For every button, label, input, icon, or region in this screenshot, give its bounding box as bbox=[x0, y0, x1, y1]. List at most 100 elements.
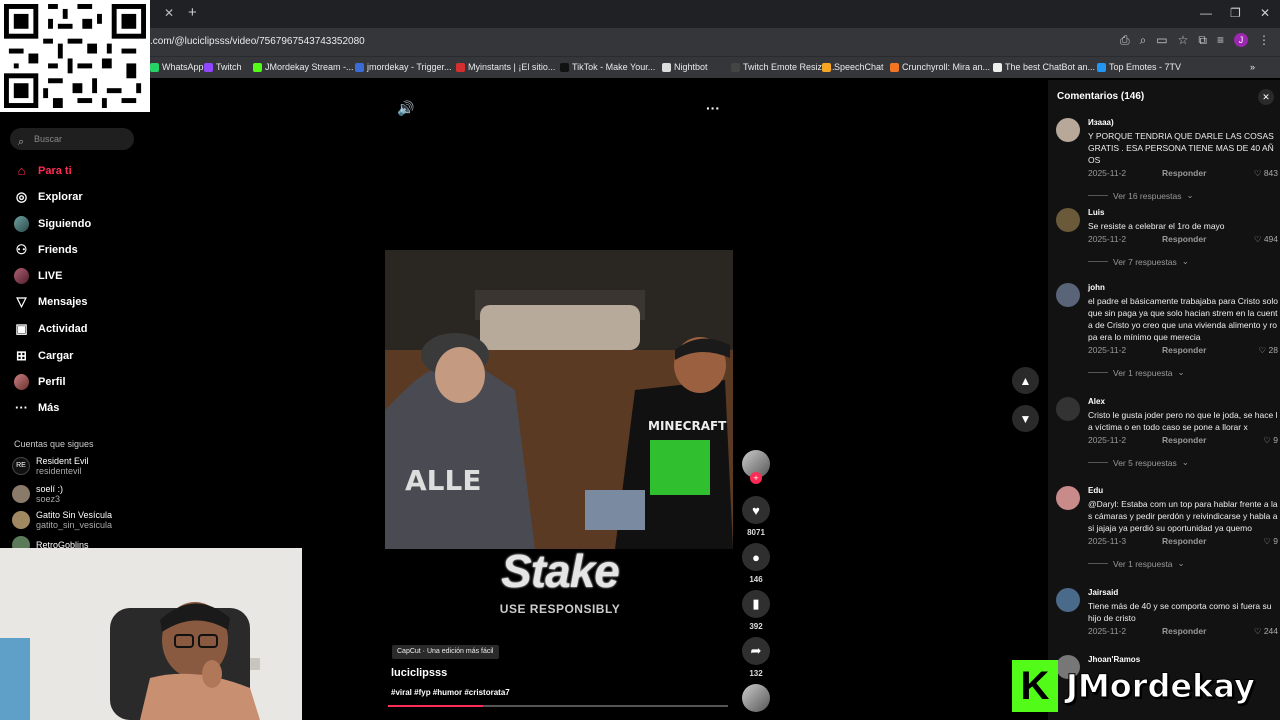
avatar[interactable] bbox=[1056, 118, 1080, 142]
comment-like-button[interactable]: ♡ 9 bbox=[1263, 536, 1278, 547]
search-input[interactable]: ⌕ Buscar bbox=[10, 128, 134, 150]
comment-username[interactable]: Luis bbox=[1088, 208, 1278, 218]
bookmark-item[interactable]: SpeechChat bbox=[822, 62, 884, 72]
svg-text:ALLE: ALLE bbox=[405, 464, 481, 497]
follow-plus-icon[interactable]: + bbox=[750, 472, 762, 484]
reply-button[interactable]: Responder bbox=[1162, 626, 1206, 638]
bookmark-item[interactable]: jmordekay - Trigger... bbox=[355, 62, 452, 72]
extensions-icon[interactable]: ⧉ bbox=[1198, 33, 1207, 48]
avatar[interactable] bbox=[1056, 486, 1080, 510]
minimize-icon[interactable]: — bbox=[1200, 6, 1212, 20]
video-hashtags[interactable]: #viral #fyp #humor #cristorata7 bbox=[391, 688, 510, 697]
reply-button[interactable]: Responder bbox=[1162, 345, 1206, 357]
bookmark-item[interactable]: Twitch bbox=[204, 62, 242, 72]
cast-icon[interactable]: ▭ bbox=[1156, 33, 1167, 48]
next-video-button[interactable]: ▼ bbox=[1012, 405, 1039, 432]
comment-username[interactable]: john bbox=[1088, 283, 1278, 293]
bookmark-item[interactable]: TikTok - Make Your... bbox=[560, 62, 655, 72]
bookmark-item[interactable]: Crunchyroll: Mira an... bbox=[890, 62, 990, 72]
sidebar-item-perfil[interactable]: Perfil bbox=[14, 373, 66, 390]
sidebar-item-mas[interactable]: ··· Más bbox=[14, 400, 59, 415]
avatar[interactable] bbox=[1056, 283, 1080, 307]
sidebar-item-live[interactable]: LIVE bbox=[14, 267, 62, 284]
bookmark-favicon-icon bbox=[662, 62, 671, 72]
comment-username[interactable]: Изааа) bbox=[1088, 118, 1278, 128]
sidebar-item-actividad[interactable]: ▣ Actividad bbox=[14, 321, 87, 336]
view-replies-button[interactable]: Ver 7 respuestas ⌄ bbox=[1088, 256, 1278, 267]
following-avatar bbox=[14, 215, 29, 232]
close-comments-icon[interactable]: ✕ bbox=[1258, 89, 1274, 105]
reply-button[interactable]: Responder bbox=[1162, 234, 1206, 246]
comment-text: Cristo le gusta joder pero no que le jod… bbox=[1088, 410, 1278, 432]
bookmark-label: Twitch bbox=[216, 62, 242, 72]
window-close-icon[interactable]: ✕ bbox=[1260, 6, 1270, 20]
sidebar-item-siguiendo[interactable]: Siguiendo bbox=[14, 215, 91, 232]
avatar[interactable] bbox=[1056, 588, 1080, 612]
reply-button[interactable]: Responder bbox=[1162, 435, 1206, 447]
comment-username[interactable]: Jairsaid bbox=[1088, 588, 1278, 598]
account-item[interactable]: RE Resident Evil residentevil bbox=[12, 456, 89, 476]
reply-button[interactable]: Responder bbox=[1162, 168, 1206, 180]
menu-kebab-icon[interactable]: ⋮ bbox=[1258, 33, 1270, 48]
sidebar-item-cargar[interactable]: ⊞ Cargar bbox=[14, 348, 73, 363]
sidebar-item-friends[interactable]: ⚇ Friends bbox=[14, 242, 78, 257]
comment-like-button[interactable]: ♡ 494 bbox=[1254, 234, 1278, 245]
profile-avatar-icon[interactable]: J bbox=[1234, 33, 1248, 47]
video-progress-bar[interactable] bbox=[388, 705, 728, 707]
share-button[interactable]: ➦ 132 bbox=[742, 637, 770, 678]
media-icon[interactable]: ≡ bbox=[1217, 33, 1224, 48]
account-item[interactable]: soelí :) soez3 bbox=[12, 484, 63, 504]
heart-outline-icon: ♡ bbox=[1253, 234, 1262, 244]
reply-button[interactable]: Responder bbox=[1162, 536, 1206, 548]
comment-like-button[interactable]: ♡ 9 bbox=[1263, 435, 1278, 446]
avatar[interactable] bbox=[1056, 208, 1080, 232]
video-frame[interactable]: ALLE MINECRAFT bbox=[385, 250, 733, 549]
sidebar-item-explorar[interactable]: ◎ Explorar bbox=[14, 189, 83, 204]
bookmarks-bar: WhatsApp Twitch JMordekay Stream -... jmord… bbox=[0, 56, 1280, 78]
zoom-icon[interactable]: ⌕ bbox=[1140, 33, 1147, 48]
bookmark-item[interactable]: The best ChatBot an... bbox=[993, 62, 1095, 72]
comment-username[interactable]: Edu bbox=[1088, 486, 1278, 496]
bookmark-item[interactable]: WhatsApp bbox=[150, 62, 204, 72]
qr-code-image bbox=[4, 4, 146, 108]
url-field[interactable]: .com/@luciclipsss/video/7567967543743352… bbox=[150, 36, 365, 47]
comment-like-button[interactable]: ♡ 244 bbox=[1254, 626, 1278, 637]
video-author[interactable]: luciclipsss bbox=[391, 667, 447, 679]
tab-close-icon[interactable]: ✕ bbox=[164, 6, 174, 20]
avatar[interactable] bbox=[1056, 397, 1080, 421]
bookmark-item[interactable]: JMordekay Stream -... bbox=[253, 62, 354, 72]
sidebar-item-para-ti[interactable]: ⌂ Para ti bbox=[14, 163, 72, 178]
sidebar-item-mensajes[interactable]: ▽ Mensajes bbox=[14, 294, 88, 309]
bookmark-item[interactable]: Nightbot bbox=[662, 62, 708, 72]
new-tab-button[interactable]: + bbox=[188, 4, 197, 21]
home-icon: ⌂ bbox=[17, 163, 26, 178]
bookmark-star-icon[interactable]: ☆ bbox=[1178, 33, 1189, 48]
comment-like-button[interactable]: ♡ 28 bbox=[1259, 345, 1278, 356]
view-replies-button[interactable]: Ver 1 respuesta ⌄ bbox=[1088, 367, 1278, 378]
view-replies-button[interactable]: Ver 16 respuestas ⌄ bbox=[1088, 190, 1278, 201]
view-replies-button[interactable]: Ver 1 respuesta ⌄ bbox=[1088, 558, 1278, 569]
comment-like-button[interactable]: ♡ 843 bbox=[1254, 168, 1278, 179]
bookmark-item[interactable]: Myinstants | ¡El sitio... bbox=[456, 62, 555, 72]
volume-icon[interactable]: 🔊 bbox=[397, 100, 414, 117]
comment-button[interactable]: ● 146 bbox=[742, 543, 770, 584]
bookmarks-overflow-icon[interactable]: » bbox=[1250, 62, 1255, 72]
bookmark-item[interactable]: Top Emotes - 7TV bbox=[1097, 62, 1181, 72]
bookmark-label: Top Emotes - 7TV bbox=[1109, 62, 1182, 72]
capcut-badge[interactable]: CapCut · Una edición más fácil bbox=[392, 645, 499, 659]
comment-username[interactable]: Alex bbox=[1088, 397, 1278, 407]
account-handle: gatito_sin_vesicula bbox=[36, 520, 113, 530]
comments-panel: Comentarios (146) ✕ Изааа) Y PORQUE TENDR… bbox=[1048, 80, 1280, 720]
translate-icon[interactable]: ⎙ bbox=[1120, 33, 1130, 48]
creator-avatar-button[interactable]: + bbox=[742, 450, 770, 484]
bookmark-item[interactable]: Twitch Emote Resize... bbox=[731, 62, 835, 72]
like-button[interactable]: ♥ 8071 bbox=[742, 496, 770, 537]
save-button[interactable]: ▮ 392 bbox=[742, 590, 770, 631]
account-item[interactable]: Gatito Sin Vesícula gatito_sin_vesicula bbox=[12, 510, 112, 530]
previous-video-button[interactable]: ▲ bbox=[1012, 367, 1039, 394]
sound-avatar-button[interactable] bbox=[742, 684, 770, 712]
view-replies-button[interactable]: Ver 5 respuestas ⌄ bbox=[1088, 457, 1278, 468]
account-name: soelí :) bbox=[36, 484, 64, 494]
more-options-icon[interactable]: ··· bbox=[706, 100, 720, 116]
restore-icon[interactable]: ❐ bbox=[1230, 6, 1241, 20]
